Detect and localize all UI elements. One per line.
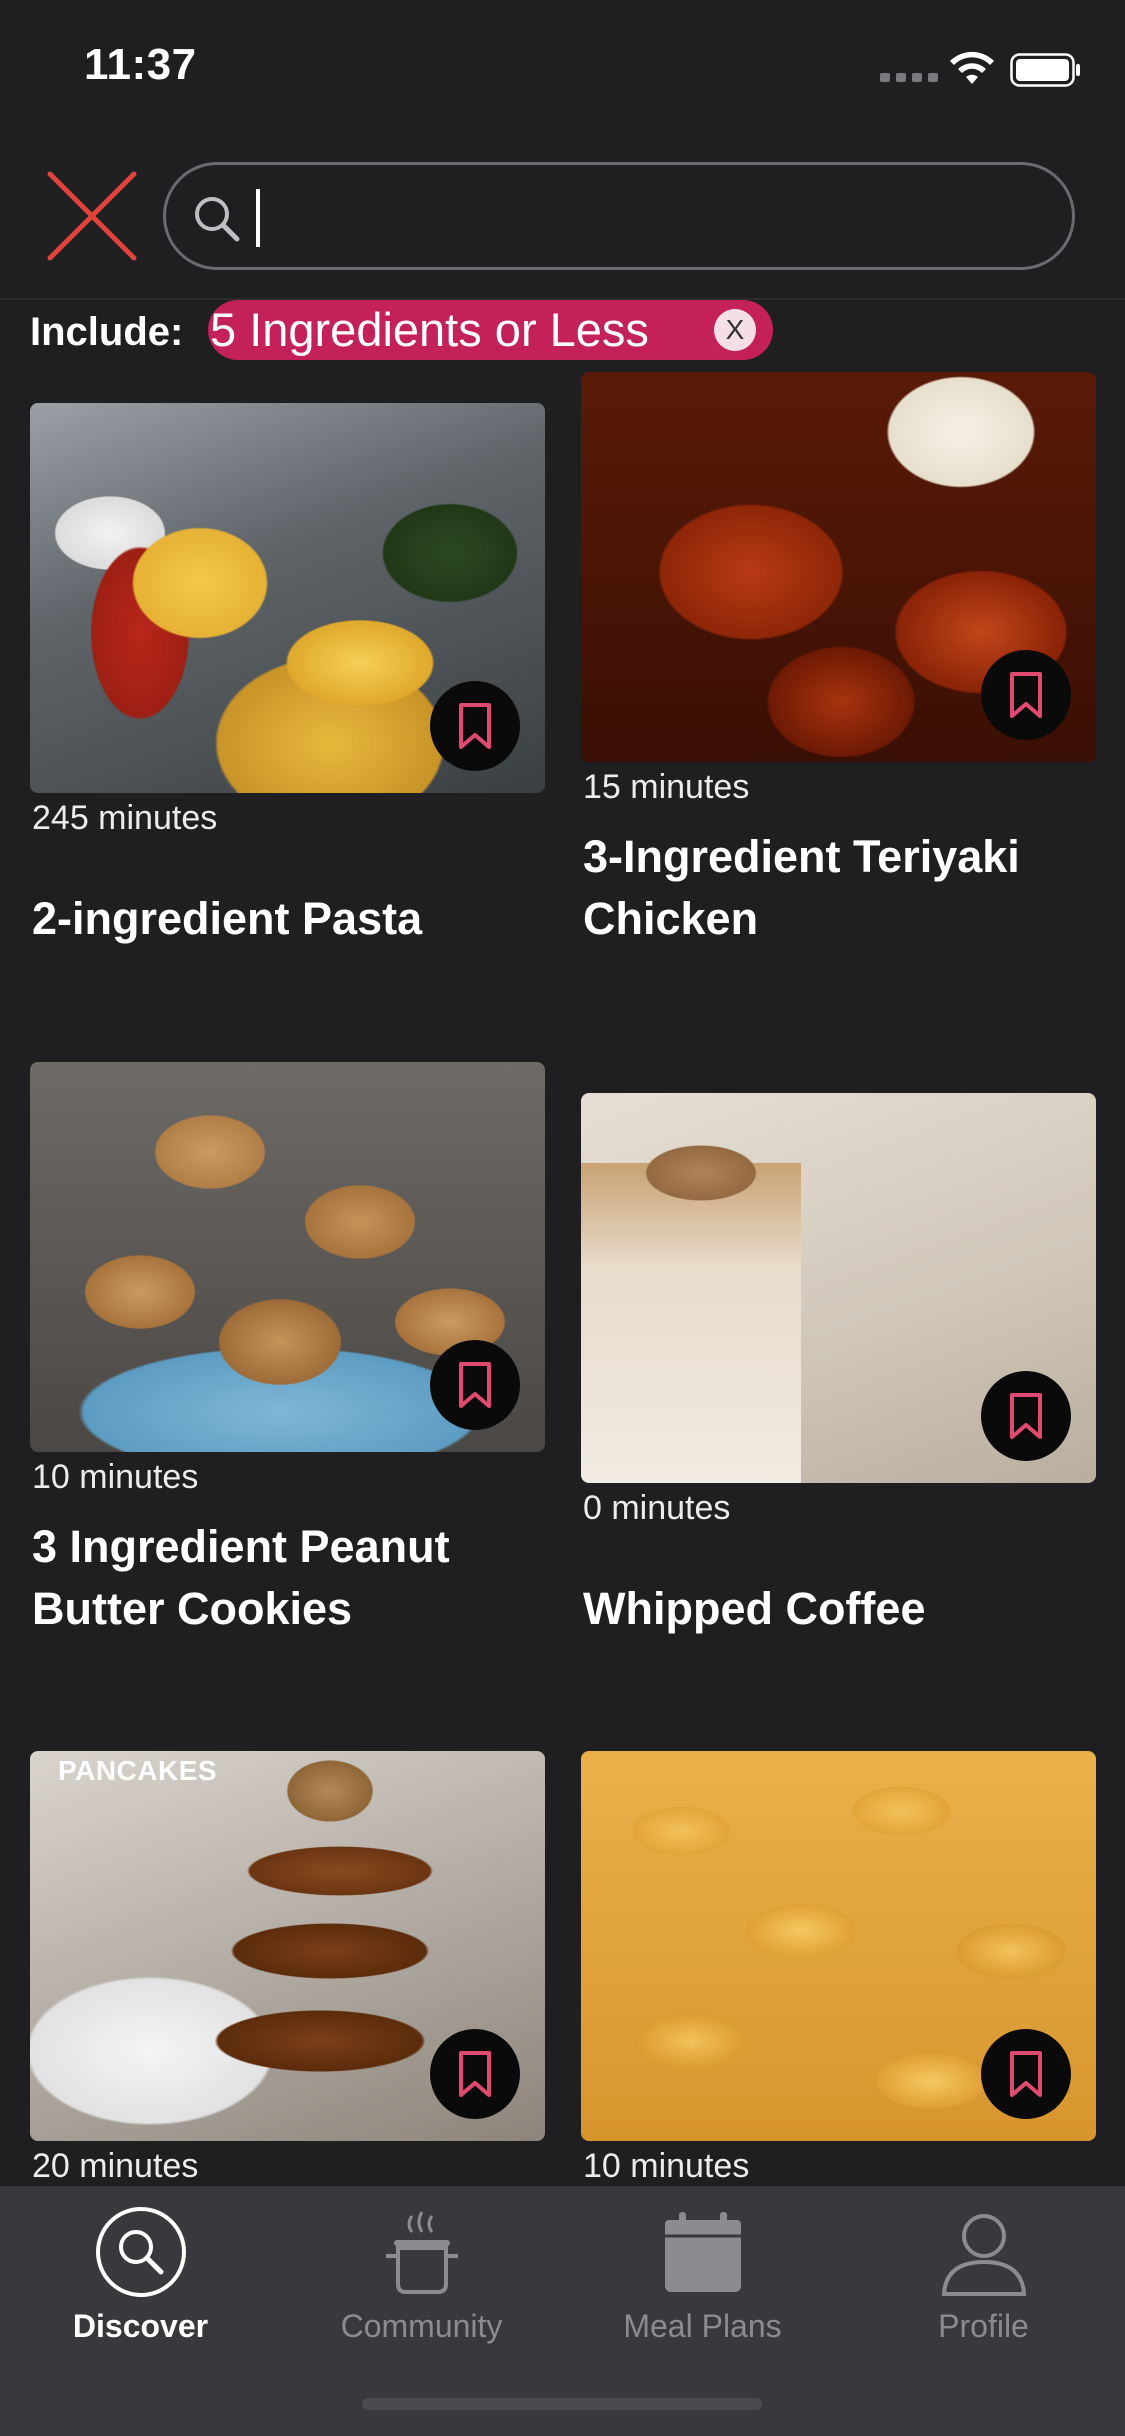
bookmark-button[interactable]: [430, 1340, 520, 1430]
tab-discover[interactable]: Discover: [0, 2186, 281, 2376]
recipe-duration: 15 minutes: [583, 768, 750, 806]
wifi-icon: [950, 51, 994, 84]
status-time: 11:37: [84, 40, 197, 89]
include-label: Include:: [30, 310, 184, 354]
bookmark-icon: [1010, 672, 1042, 718]
teriyaki-chicken-image[interactable]: [581, 372, 1096, 762]
search-icon: [96, 2207, 186, 2297]
person-icon: [941, 2214, 1027, 2296]
recipe-duration: 20 minutes: [32, 2147, 199, 2185]
home-indicator: [362, 2398, 762, 2410]
cooking-pot-icon: [386, 2211, 458, 2294]
search-field[interactable]: [163, 162, 1075, 270]
filter-chip[interactable]: 5 Ingredients or Less X: [208, 300, 773, 360]
recipe-card[interactable]: 0 minutes Whipped Coffee: [581, 1093, 1096, 1634]
cellular-signal-icon: [880, 73, 938, 82]
battery-icon: [1010, 53, 1080, 87]
close-icon[interactable]: [44, 168, 140, 264]
tab-community[interactable]: Community: [281, 2186, 562, 2376]
recipe-duration: 245 minutes: [32, 799, 218, 837]
pasta-image[interactable]: [30, 403, 545, 793]
recipe-card[interactable]: 10 minutes: [581, 1751, 1096, 2185]
bookmark-button[interactable]: [430, 681, 520, 771]
bookmark-icon: [459, 703, 491, 749]
recipe-title[interactable]: 3 Ingredient Peanut Butter Cookies: [32, 1516, 542, 1640]
tab-label: Discover: [72, 2308, 209, 2344]
bookmark-button[interactable]: [981, 1371, 1071, 1461]
bookmark-button[interactable]: [430, 2029, 520, 2119]
bookmark-icon: [459, 2051, 491, 2097]
whipped-coffee-image[interactable]: [581, 1093, 1096, 1483]
recipe-card[interactable]: 10 minutes 3 Ingredient Peanut Butter Co…: [30, 1062, 545, 1634]
search-input[interactable]: [256, 185, 1046, 249]
calendar-icon: [665, 2212, 741, 2292]
bookmark-button[interactable]: [981, 650, 1071, 740]
tab-label: Meal Plans: [623, 2308, 782, 2344]
tab-label: Community: [340, 2308, 503, 2344]
peanut-butter-cookies-image[interactable]: [30, 1062, 545, 1452]
tab-meal-plans[interactable]: Meal Plans: [562, 2186, 843, 2376]
text-cursor: [256, 189, 260, 247]
image-caption: PANCAKES: [58, 1755, 218, 1786]
bookmark-button[interactable]: [981, 2029, 1071, 2119]
recipe-title[interactable]: 3-Ingredient Teriyaki Chicken: [583, 826, 1093, 950]
tab-profile[interactable]: Profile: [843, 2186, 1124, 2376]
bookmark-icon: [459, 1362, 491, 1408]
recipe-card[interactable]: PANCAKES 20 minutes: [30, 1751, 545, 2185]
recipe-title[interactable]: 2-ingredient Pasta: [32, 888, 542, 950]
recipe-duration: 10 minutes: [32, 1458, 199, 1496]
filter-chip-label: 5 Ingredients or Less: [210, 303, 649, 356]
recipe-card[interactable]: 15 minutes 3-Ingredient Teriyaki Chicken: [581, 372, 1096, 944]
remove-filter-button[interactable]: X: [714, 309, 756, 351]
recipe-duration: 0 minutes: [583, 1489, 731, 1527]
recipe-duration: 10 minutes: [583, 2147, 750, 2185]
recipe-title[interactable]: Whipped Coffee: [583, 1578, 1093, 1640]
recipe-card[interactable]: 245 minutes 2-ingredient Pasta: [30, 403, 545, 944]
mac-and-cheese-image[interactable]: [581, 1751, 1096, 2141]
recipe-search-screen: 11:37 Include: 5 Ingredients or Less X 2…: [0, 0, 1125, 2436]
tab-label: Profile: [938, 2308, 1029, 2344]
bookmark-icon: [1010, 1393, 1042, 1439]
search-icon: [195, 197, 240, 242]
bookmark-icon: [1010, 2051, 1042, 2097]
pancakes-image[interactable]: PANCAKES: [30, 1751, 545, 2141]
